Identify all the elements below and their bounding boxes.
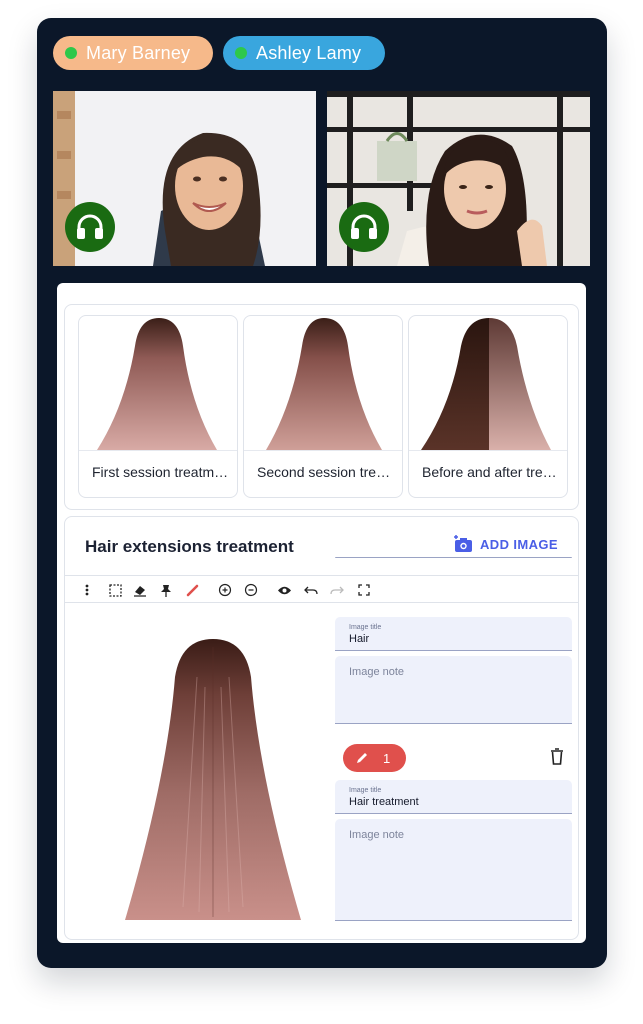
hair-thumbnail	[421, 318, 551, 450]
field-placeholder: Image note	[349, 666, 405, 678]
select-area-icon[interactable]	[105, 580, 125, 600]
image-editor: Hair extensions treatment ADD IMAGE Imag…	[64, 516, 579, 940]
hair-image-canvas[interactable]	[113, 637, 313, 920]
participant-pill-mary[interactable]: Mary Barney	[53, 36, 213, 70]
gallery-item[interactable]: Before and after treatment	[408, 315, 568, 498]
field-label: Image title	[349, 624, 382, 631]
field-label: Image title	[349, 787, 382, 794]
editor-title: Hair extensions treatment	[85, 537, 294, 556]
image-note-field[interactable]: Image note	[335, 656, 572, 724]
eye-icon[interactable]	[274, 580, 294, 600]
image-gallery: First session treatment Second session t…	[64, 304, 579, 510]
field-value: Hair	[349, 633, 370, 645]
add-image-button[interactable]: ADD IMAGE	[453, 535, 558, 553]
zoom-in-icon[interactable]	[215, 580, 235, 600]
annotation-count: 1	[383, 750, 391, 766]
annotation-badge[interactable]: 1	[343, 744, 406, 772]
annotation-note-field[interactable]: Image note	[335, 819, 572, 921]
gallery-item-title: Second session treatment	[244, 450, 402, 497]
gallery-item[interactable]: First session treatment	[78, 315, 238, 498]
field-value: Hair treatment	[349, 796, 419, 808]
content-panel: First session treatment Second session t…	[57, 283, 586, 943]
participant-name: Ashley Lamy	[256, 42, 362, 63]
video-tile-ashley[interactable]	[327, 91, 590, 266]
delete-icon[interactable]	[550, 748, 564, 770]
eraser-icon[interactable]	[130, 580, 150, 600]
video-tile-mary[interactable]	[53, 91, 316, 266]
gallery-item-title: First session treatment	[79, 450, 237, 497]
annotation-title-field[interactable]: Image title Hair treatment	[335, 780, 572, 814]
editor-toolbar	[65, 575, 578, 603]
spacer	[335, 557, 572, 558]
add-image-label: ADD IMAGE	[480, 536, 558, 552]
gallery-item-title: Before and after treatment	[409, 450, 567, 497]
zoom-out-icon[interactable]	[241, 580, 261, 600]
image-title-field[interactable]: Image title Hair	[335, 617, 572, 651]
add-photo-icon	[454, 535, 472, 552]
fullscreen-icon[interactable]	[354, 580, 374, 600]
pin-icon[interactable]	[156, 580, 176, 600]
headset-icon	[65, 202, 115, 252]
field-placeholder: Image note	[349, 829, 405, 841]
online-status-icon	[65, 47, 77, 59]
pen-icon[interactable]	[182, 580, 202, 600]
redo-icon[interactable]	[327, 580, 347, 600]
more-vert-icon[interactable]	[77, 580, 97, 600]
online-status-icon	[235, 47, 247, 59]
gallery-item[interactable]: Second session treatment	[243, 315, 403, 498]
undo-icon[interactable]	[301, 580, 321, 600]
participant-pill-ashley[interactable]: Ashley Lamy	[223, 36, 385, 70]
headset-icon	[339, 202, 389, 252]
participant-name: Mary Barney	[86, 42, 191, 63]
hair-thumbnail	[266, 318, 382, 450]
pen-icon	[357, 753, 367, 763]
hair-thumbnail	[97, 318, 217, 450]
